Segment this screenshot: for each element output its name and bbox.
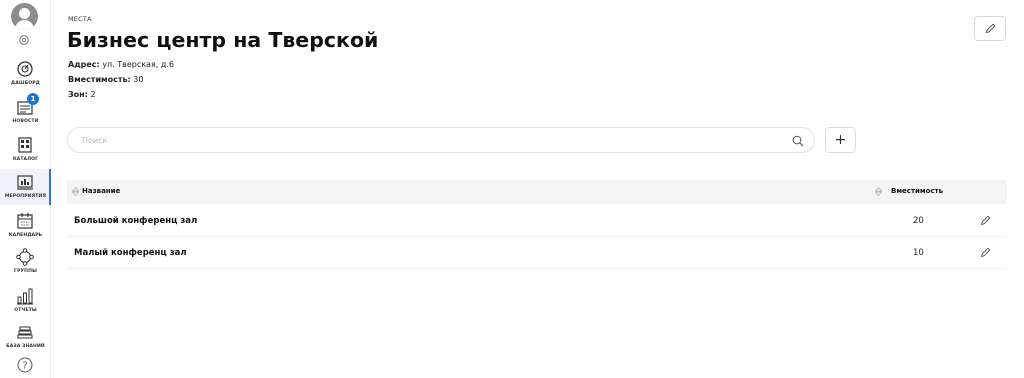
gear-icon[interactable] — [18, 34, 30, 46]
sidebar-item-events[interactable]: МЕРОПРИЯТИЯ — [0, 169, 51, 205]
add-button-label: + — [834, 132, 847, 148]
notification-badge: 1 — [27, 93, 39, 105]
address-value: ул. Тверская, д.6 — [99, 60, 175, 69]
avatar-body — [15, 20, 34, 30]
pencil-icon — [985, 23, 996, 34]
avatar-head — [19, 8, 30, 19]
capacity-info: Вместимость: 30 — [68, 75, 143, 84]
sidebar-item-label: КАЛЕНДАРЬ — [8, 233, 43, 238]
pencil-icon[interactable] — [980, 247, 991, 258]
address-info: Адрес: ул. Тверская, д.6 — [68, 60, 174, 69]
address-label: Адрес: — [68, 60, 100, 69]
page-title: Бизнес центр на Тверской — [67, 28, 379, 52]
events-icon — [17, 175, 33, 190]
search-icon[interactable] — [792, 135, 804, 147]
zones-label: Зон: — [68, 90, 88, 99]
sidebar-item-news[interactable]: 1 НОВОСТИ — [0, 93, 51, 132]
avatar[interactable] — [11, 3, 38, 30]
table-row[interactable]: Малый конференц зал 10 — [67, 238, 1007, 269]
zones-value: 2 — [87, 90, 96, 99]
sort-icon[interactable] — [72, 187, 79, 196]
add-zone-button[interactable]: + — [825, 127, 856, 153]
search-input[interactable] — [82, 134, 762, 147]
capacity-label: Вместимость: — [68, 75, 131, 84]
sidebar-item-label: КАТАЛОГ — [12, 157, 39, 162]
zone-capacity: 10 — [913, 248, 924, 258]
dashboard-icon — [17, 61, 33, 77]
sidebar-item-catalog[interactable]: КАТАЛОГ — [0, 134, 51, 170]
reports-icon — [17, 288, 33, 305]
zones-info: Зон: 2 — [68, 90, 96, 99]
edit-place-button[interactable] — [974, 16, 1006, 41]
calendar-icon — [17, 213, 33, 229]
column-header-capacity[interactable]: Вместимость — [891, 187, 943, 195]
zone-name: Большой конференц зал — [74, 216, 198, 226]
knowledge-base-icon — [17, 326, 33, 339]
zone-capacity: 20 — [913, 216, 924, 226]
groups-icon — [16, 248, 34, 266]
help-icon[interactable]: ? — [17, 357, 33, 373]
sidebar-item-knowledge-base[interactable]: БАЗА ЗНАНИЙ — [0, 321, 51, 357]
table-row[interactable]: Большой конференц зал 20 — [67, 206, 1007, 237]
sidebar-item-label: НОВОСТИ — [12, 119, 39, 124]
sidebar-item-label: ГРУППЫ — [14, 269, 37, 274]
breadcrumb[interactable]: МЕСТА — [68, 15, 92, 23]
catalog-icon — [18, 137, 32, 153]
sidebar-item-groups[interactable]: ГРУППЫ — [0, 246, 51, 282]
sidebar-item-calendar[interactable]: КАЛЕНДАРЬ — [0, 210, 51, 246]
pencil-icon[interactable] — [980, 215, 991, 226]
zone-name: Малый конференц зал — [74, 248, 187, 258]
column-header-name[interactable]: Название — [82, 187, 120, 195]
svg-text:?: ? — [22, 361, 27, 372]
sidebar-item-reports[interactable]: ОТЧЕТЫ — [0, 285, 51, 321]
capacity-value: 30 — [130, 75, 144, 84]
sidebar-item-dashboard[interactable]: ДАШБОРД — [0, 58, 51, 94]
table-header: Название Вместимость — [67, 180, 1007, 204]
sidebar-item-label: ДАШБОРД — [11, 81, 40, 86]
sidebar: ДАШБОРД 1 НОВОСТИ КАТАЛОГ МЕРОПРИЯТИЯ КА… — [0, 0, 51, 378]
search-box — [67, 127, 815, 153]
sort-icon[interactable] — [875, 187, 882, 196]
sidebar-item-label: МЕРОПРИЯТИЯ — [4, 194, 47, 199]
sidebar-item-label: БАЗА ЗНАНИЙ — [6, 344, 45, 349]
sidebar-item-label: ОТЧЕТЫ — [14, 308, 37, 313]
